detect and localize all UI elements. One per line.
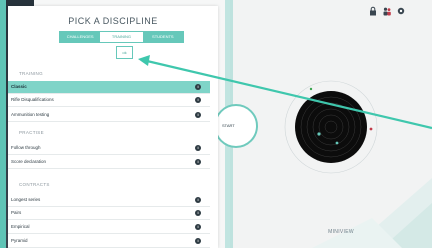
info-icon[interactable]: i (195, 159, 201, 165)
list-item-label: Follow through (11, 145, 41, 150)
list-item-classic[interactable]: Classic i (8, 81, 210, 94)
section-title-practise: PRACTISE (19, 130, 44, 135)
list-item-rifle-disqualifications[interactable]: Rifle Disqualifications i (8, 94, 210, 107)
tab-challenges[interactable]: CHALLENGES (60, 32, 101, 42)
small-button-label: ok (122, 50, 127, 55)
list-item-pyramid[interactable]: Pyramid i (8, 235, 210, 248)
view-label: MINIVIEW (328, 229, 354, 235)
info-icon[interactable]: i (195, 84, 201, 90)
tab-students[interactable]: STUDENTS (142, 32, 183, 42)
shot-marker (317, 132, 321, 136)
top-right-toolbar (368, 6, 406, 16)
list-item-label: Longest series (11, 197, 41, 202)
list-item-follow-through[interactable]: Follow through i (8, 142, 210, 155)
shot-marker (369, 127, 373, 131)
discipline-panel: PICK A DISCIPLINE CHALLENGES TRAINING ST… (8, 6, 218, 248)
panel-title: PICK A DISCIPLINE (68, 16, 158, 26)
list-item-label: Empirical (11, 224, 30, 229)
list-item-label: Score declaration (11, 159, 47, 164)
list-item-label: Rifle Disqualifications (11, 97, 54, 102)
mode-label: START (222, 123, 235, 128)
list-item-label: Ammunition testing (11, 112, 50, 117)
info-icon[interactable]: i (195, 238, 201, 244)
list-item-empirical[interactable]: Empirical i (8, 221, 210, 234)
app-root: MINIVIEW START PICK A DISCIPLINE CHALLEN… (0, 0, 432, 248)
small-action-button[interactable]: ok (116, 46, 133, 59)
tab-bar: CHALLENGES TRAINING STUDENTS (59, 31, 184, 43)
list-item-label: Pairs (11, 210, 22, 215)
info-icon[interactable]: i (195, 210, 201, 216)
shot-marker (309, 87, 313, 91)
info-icon[interactable]: i (195, 145, 201, 151)
info-icon[interactable]: i (195, 197, 201, 203)
list-item-label: Classic (11, 84, 27, 89)
list-item-ammunition-testing[interactable]: Ammunition testing i (8, 109, 210, 122)
list-item-score-declaration[interactable]: Score declaration i (8, 156, 210, 169)
list-item-label: Pyramid (11, 238, 28, 243)
info-icon[interactable]: i (195, 112, 201, 118)
section-title-training: TRAINING (19, 71, 43, 76)
shooting-target[interactable] (281, 77, 381, 177)
mode-toggle-circle[interactable] (214, 104, 258, 148)
shot-marker (335, 141, 339, 145)
people-icon[interactable] (382, 6, 392, 16)
info-icon[interactable]: i (195, 97, 201, 103)
settings-icon[interactable] (396, 6, 406, 16)
list-item-pairs[interactable]: Pairs i (8, 207, 210, 220)
section-title-contracts: CONTRACTS (19, 182, 50, 187)
list-item-longest-series[interactable]: Longest series i (8, 194, 210, 207)
tab-training[interactable]: TRAINING (101, 32, 142, 42)
info-icon[interactable]: i (195, 224, 201, 230)
lock-icon[interactable] (368, 6, 378, 16)
